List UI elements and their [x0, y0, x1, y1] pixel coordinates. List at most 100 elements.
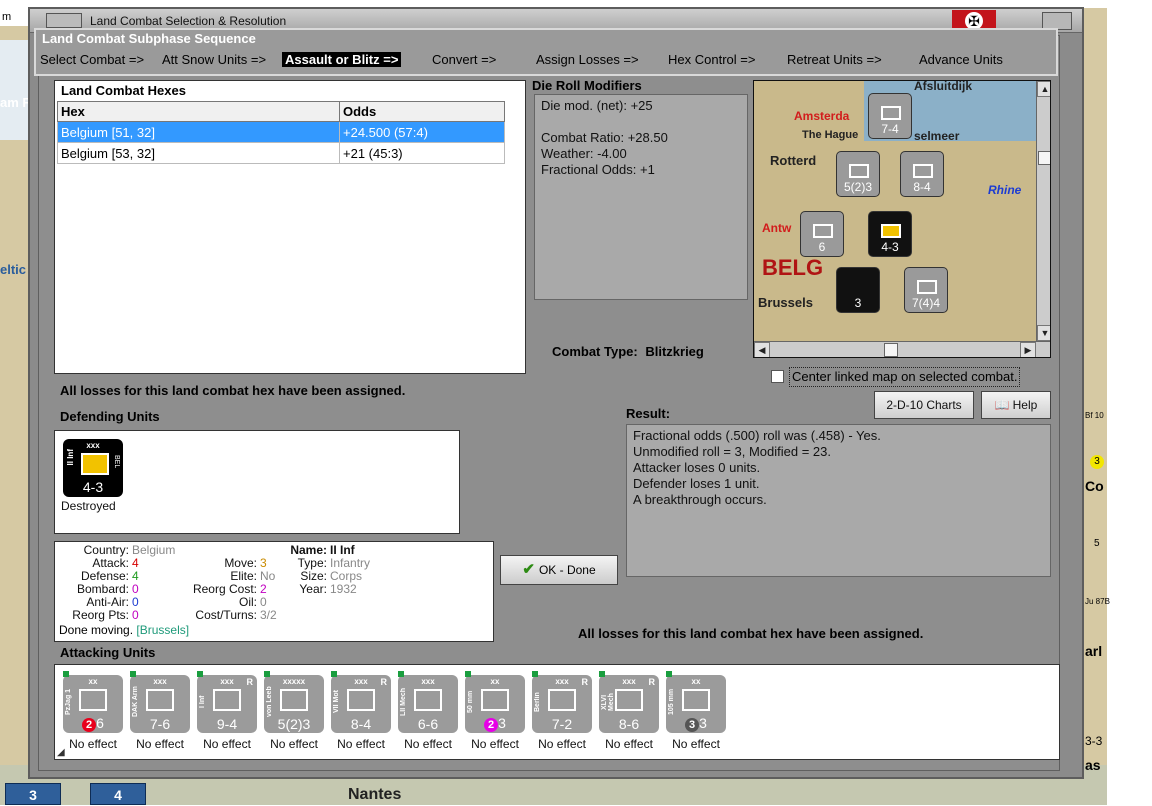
bottom-counter-1[interactable]: 3 — [5, 783, 61, 805]
attacking-unit-counter[interactable]: xx PzJag 126 — [63, 671, 123, 733]
scroll-left-icon[interactable]: ◀ — [754, 342, 770, 357]
result-box: Fractional odds (.500) roll was (.458) -… — [626, 424, 1051, 577]
bottom-counter-2[interactable]: 4 — [90, 783, 146, 805]
unit-symbol-icon — [280, 689, 308, 711]
seq-hex-control: Hex Control => — [668, 52, 756, 67]
table-row[interactable]: Belgium [51, 32] +24.500 (57:4) — [57, 121, 505, 143]
attacking-unit-counter[interactable]: xxx R I Inf 9-4 — [197, 671, 257, 733]
unit-nation: BEL — [113, 455, 120, 469]
help-button[interactable]: 📖 Help — [981, 391, 1051, 419]
center-map-checkbox[interactable]: Center linked map on selected combat. — [771, 367, 1052, 387]
unit-strength-wrap: 8-6 — [599, 716, 659, 732]
map-right-label-5: Ju 87B — [1085, 597, 1110, 606]
unit-effect: No effect — [471, 737, 519, 751]
map-label: Rotterd — [770, 153, 817, 168]
unit-strength-wrap: 33 — [666, 715, 726, 732]
unit-symbol-icon — [481, 689, 509, 711]
unit-symbol-icon — [548, 689, 576, 711]
hexes-title: Land Combat Hexes — [61, 83, 186, 98]
minimap-view[interactable]: Afsluitdijk Amsterda The Hague selmeer R… — [754, 81, 1036, 341]
unit-name: 105 mm — [668, 688, 675, 716]
table-row[interactable]: Belgium [53, 32] +21 (45:3) — [57, 142, 505, 164]
combat-type-label: Combat Type: — [552, 344, 638, 359]
column-header-odds[interactable]: Odds — [339, 101, 505, 122]
scroll-up-icon[interactable]: ▲ — [1037, 81, 1050, 97]
unit-move-status: Done moving. — [59, 623, 134, 637]
map-counter[interactable]: 6 — [800, 211, 844, 257]
unit-strength-wrap: 8-4 — [331, 716, 391, 732]
map-counter[interactable]: 7-4 — [868, 93, 912, 139]
unit-symbol-icon — [682, 689, 710, 711]
attacking-unit-counter[interactable]: xxxxx von Leeb 5(2)3 — [264, 671, 324, 733]
checkbox-box[interactable] — [771, 370, 784, 383]
unit-name: PzJag 1 — [65, 688, 72, 716]
unit-name: LII Mech — [400, 688, 407, 717]
map-counter[interactable]: 5(2)3 — [836, 151, 880, 197]
unit-effect: No effect — [203, 737, 251, 751]
info-value: 1932 — [330, 582, 357, 596]
map-counter[interactable]: 8-4 — [900, 151, 944, 197]
unit-strength: 3 — [498, 715, 506, 731]
result-line: A breakthrough occurs. — [633, 492, 767, 507]
map-counter-selected[interactable]: 4-3 — [868, 211, 912, 257]
map-label: The Hague — [802, 129, 859, 141]
seq-assault-or-blitz: Assault or Blitz => — [282, 52, 402, 67]
minimap-vertical-scrollbar[interactable]: ▲ ▼ — [1036, 81, 1050, 341]
map-right-label-1: Bf 10 — [1085, 411, 1104, 420]
outer-window-title: m — [0, 8, 30, 26]
charts-button[interactable]: 2-D-10 Charts — [874, 391, 974, 419]
minimap-horizontal-scrollbar[interactable]: ◀ ▶ — [754, 341, 1050, 357]
map-right-label-4: 5 — [1094, 538, 1100, 549]
drm-list: Die mod. (net): +25 Combat Ratio: +28.50… — [534, 94, 748, 300]
info-value: Infantry — [330, 556, 371, 570]
attacking-unit-counter[interactable]: xxx R VII Mot 8-4 — [331, 671, 391, 733]
info-value: 4 — [132, 569, 139, 583]
info-label: Cost/Turns: — [195, 608, 257, 622]
unit-name: II Inf — [66, 449, 75, 466]
dialog-title: Land Combat Selection & Resolution — [90, 14, 287, 28]
seq-assign-losses: Assign Losses => — [536, 52, 639, 67]
map-label-1: am F — [0, 95, 31, 110]
map-right-label-7: 3-3 — [1085, 734, 1103, 748]
unit-symbol-icon — [79, 689, 107, 711]
info-value: Corps — [330, 569, 363, 583]
defending-unit-counter[interactable]: xxx II Inf BEL 4-3 — [63, 439, 123, 497]
unit-symbol-icon — [414, 689, 442, 711]
attacking-unit-counter[interactable]: xxx LII Mech 6-6 — [398, 671, 458, 733]
ok-done-button[interactable]: ✔ OK - Done — [500, 555, 618, 585]
scroll-right-icon[interactable]: ▶ — [1020, 342, 1036, 357]
linked-minimap[interactable]: Afsluitdijk Amsterda The Hague selmeer R… — [753, 80, 1051, 358]
window-menu-button[interactable] — [46, 13, 82, 28]
unit-strength-wrap: 9-4 — [197, 716, 257, 732]
scroll-thumb[interactable] — [1038, 151, 1050, 165]
checkmark-icon: ✔ — [522, 561, 535, 578]
attacking-unit-counter[interactable]: xxx R XLVI Mech 8-6 — [599, 671, 659, 733]
die-roll-modifiers: Die Roll Modifiers Die mod. (net): +25 C… — [532, 78, 748, 302]
attacking-unit-counter[interactable]: xx 50 mm 2 3 — [465, 671, 525, 733]
defending-units-panel: xxx II Inf BEL 4-3 Destroyed — [54, 430, 460, 534]
map-counter[interactable]: 3 — [836, 267, 880, 313]
unit-strength-wrap: 23 — [465, 715, 525, 732]
unit-symbol-icon — [615, 689, 643, 711]
info-value: 0 — [132, 582, 139, 596]
unit-strength: 9-4 — [216, 716, 238, 732]
result-line: Attacker loses 0 units. — [633, 460, 761, 475]
unit-strength: 7-2 — [551, 716, 573, 732]
result-line: Unmodified roll = 3, Modified = 23. — [633, 444, 831, 459]
scroll-down-icon[interactable]: ▼ — [1037, 325, 1050, 341]
unit-effect: No effect — [672, 737, 720, 751]
attacking-unit-counter[interactable]: xx 105 mm 3 3 — [666, 671, 726, 733]
checkbox-label[interactable]: Center linked map on selected combat. — [789, 367, 1021, 387]
info-value: 0 — [260, 595, 267, 609]
drm-line: Weather: -4.00 — [541, 146, 627, 161]
unit-size: xx — [691, 677, 701, 686]
scroll-thumb[interactable] — [884, 343, 898, 357]
unit-effect: No effect — [270, 737, 318, 751]
losses-message-bottom: All losses for this land combat hex have… — [578, 626, 924, 641]
attacking-unit-counter[interactable]: xxx R Berlin 7-2 — [532, 671, 592, 733]
column-header-hex[interactable]: Hex — [57, 101, 340, 122]
attacking-unit-counter[interactable]: xxx DAK Arm 7-6 — [130, 671, 190, 733]
counter-strength: 3 — [854, 296, 862, 310]
map-label: Amsterda — [794, 109, 850, 123]
map-counter[interactable]: 7(4)4 — [904, 267, 948, 313]
